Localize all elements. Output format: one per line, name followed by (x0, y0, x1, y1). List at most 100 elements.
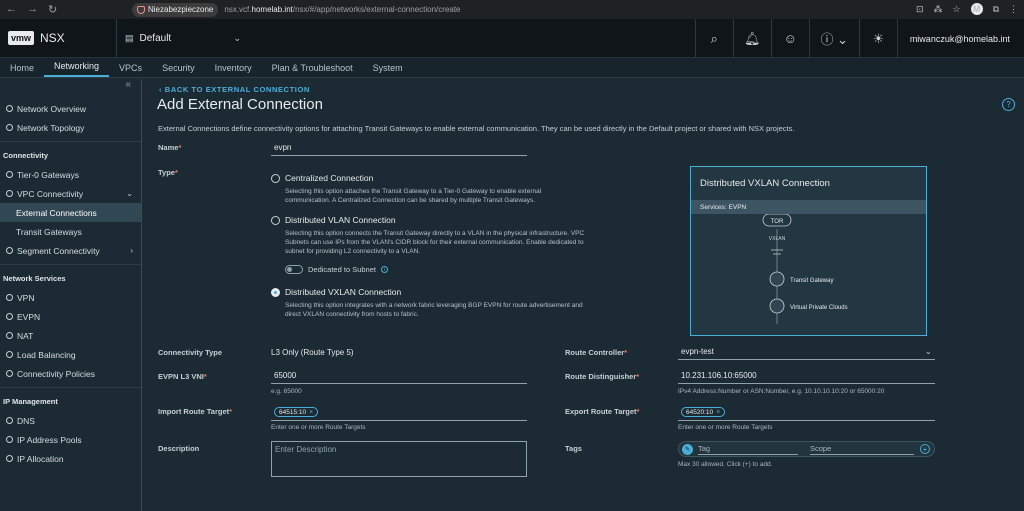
sidebar-item-transit-gateways[interactable]: Transit Gateways (0, 222, 141, 241)
sidebar-item-tier0-gateways[interactable]: Tier-0 Gateways (0, 165, 141, 184)
radio-button[interactable] (271, 173, 280, 183)
project-selector[interactable]: ▤ Default ⌄ (116, 19, 241, 58)
sidebar: « Network Overview Network Topology Conn… (0, 79, 142, 511)
bookmark-star-icon[interactable]: ☆ (952, 4, 960, 15)
main-tabs: Home Networking VPCs Security Inventory … (0, 58, 1024, 78)
required-marker: * (203, 372, 207, 381)
page-title: Add External Connection (157, 96, 323, 113)
add-tag-icon[interactable]: + (920, 444, 930, 454)
scope-input[interactable]: Scope (810, 444, 914, 455)
translate-icon[interactable]: ⁂ (933, 4, 942, 15)
remove-chip-icon[interactable]: × (309, 409, 313, 416)
vni-input[interactable]: 65000 (271, 371, 527, 384)
tag-input[interactable]: Tag (698, 444, 798, 455)
route-controller-label-text: Route Controller (565, 348, 625, 357)
sidebar-item-label: Tier-0 Gateways (17, 169, 80, 180)
route-controller-select[interactable]: evpn-test (678, 347, 935, 360)
sidebar-item-external-connections[interactable]: External Connections (0, 203, 141, 222)
sidebar-item-dns[interactable]: DNS (0, 411, 141, 430)
tab-system[interactable]: System (363, 57, 413, 77)
forward-arrow-icon[interactable]: → (27, 3, 38, 16)
radio-label: Distributed VLAN Connection (285, 215, 396, 225)
user-menu[interactable]: miwanczuk@homelab.int (896, 19, 1024, 58)
sidebar-item-label: VPN (17, 292, 35, 303)
transit-gateway-label: Transit Gateway (790, 278, 833, 284)
radio-button[interactable] (271, 215, 280, 225)
theme-toggle-icon[interactable]: ☀ (858, 19, 897, 58)
app-logo[interactable]: vmw NSX (0, 31, 65, 45)
info-icon[interactable]: i (380, 266, 388, 273)
back-arrow-icon[interactable]: ← (6, 3, 17, 16)
radio-centralized-connection[interactable]: Centralized Connection (271, 173, 373, 183)
divider (0, 387, 141, 388)
route-distinguisher-hint: IPv4 Address:Number or ASN:Number, e.g. … (678, 388, 885, 395)
sidebar-item-vpn[interactable]: VPN (0, 288, 141, 307)
tab-security[interactable]: Security (152, 57, 205, 77)
tab-vpcs[interactable]: VPCs (109, 57, 152, 77)
url-domain: homelab.int (251, 5, 293, 14)
radio-distributed-vlan[interactable]: Distributed VLAN Connection (271, 215, 396, 225)
help-icon[interactable]: ? (1002, 98, 1015, 111)
url-path: /nsx/#/app/networks/external-connection/… (292, 5, 461, 14)
url-text[interactable]: nsx.vcf.homelab.int/nsx/#/app/networks/e… (224, 5, 460, 14)
sidebar-item-evpn[interactable]: EVPN (0, 307, 141, 326)
distributed-vxlan-description: Selecting this option integrates with a … (285, 302, 583, 318)
required-marker: * (636, 407, 640, 416)
collapse-sidebar-icon[interactable]: « (0, 79, 141, 99)
reload-icon[interactable]: ↻ (48, 3, 57, 16)
tag-icon: ✎ (682, 443, 693, 455)
profile-avatar[interactable]: M (970, 3, 983, 15)
chevron-down-icon: ⌄ (233, 33, 241, 43)
tab-inventory[interactable]: Inventory (205, 57, 262, 77)
dedicated-to-subnet-toggle[interactable]: Dedicated to Subnet i (285, 265, 388, 274)
smiley-icon[interactable]: ☺ (770, 19, 809, 58)
radio-button-selected[interactable] (271, 287, 280, 297)
extensions-icon[interactable]: ⧉ (993, 4, 999, 15)
sidebar-item-network-overview[interactable]: Network Overview (0, 99, 141, 118)
sidebar-item-connectivity-policies[interactable]: Connectivity Policies (0, 364, 141, 383)
sidebar-item-nat[interactable]: NAT (0, 326, 141, 345)
app-header: vmw NSX ▤ Default ⌄ ⌕ 🔔︎ ☺ ⓘ ⌄ ☀ miwancz… (0, 19, 1024, 58)
back-link[interactable]: ‹ BACK TO EXTERNAL CONNECTION (159, 85, 310, 94)
export-route-target-label: Export Route Target* (565, 407, 639, 416)
radio-label: Centralized Connection (285, 173, 374, 183)
sidebar-item-segment-connectivity[interactable]: Segment Connectivity › (0, 241, 141, 260)
connectivity-type-label: Connectivity Type (158, 348, 223, 357)
name-input[interactable]: evpn (271, 143, 527, 156)
chevron-down-icon[interactable]: ⌄ (925, 347, 932, 356)
search-icon[interactable]: ⌕ (694, 19, 733, 58)
route-distinguisher-input[interactable]: 10.231.106.10:65000 (678, 371, 935, 384)
radio-distributed-vxlan[interactable]: Distributed VXLAN Connection (271, 287, 401, 297)
sidebar-item-load-balancing[interactable]: Load Balancing (0, 345, 141, 364)
tags-label: Tags (565, 444, 582, 453)
security-badge[interactable]: Niezabezpieczone (132, 2, 219, 17)
browser-nav: ← → ↻ (0, 3, 120, 16)
import-route-target-label: Import Route Target* (158, 407, 232, 416)
export-route-target-chip[interactable]: 64520:10 × (681, 407, 726, 417)
building-icon: ▤ (125, 33, 134, 43)
gateway-icon (6, 171, 13, 178)
toggle-switch[interactable] (285, 265, 303, 274)
remove-chip-icon[interactable]: × (716, 409, 720, 416)
tab-networking[interactable]: Networking (44, 57, 110, 77)
sidebar-item-label: Load Balancing (17, 349, 76, 360)
sidebar-item-ip-allocation[interactable]: IP Allocation (0, 449, 141, 468)
product-name: NSX (40, 31, 65, 45)
description-textarea[interactable]: Enter Description (271, 441, 527, 477)
sidebar-item-network-topology[interactable]: Network Topology (0, 118, 141, 137)
tab-home[interactable]: Home (0, 57, 44, 77)
tab-plan-troubleshoot[interactable]: Plan & Troubleshoot (262, 57, 363, 77)
help-menu-icon[interactable]: ⓘ ⌄ (808, 19, 859, 58)
sidebar-item-label: DNS (17, 415, 35, 426)
import-hint: Enter one or more Route Targets (271, 424, 366, 431)
sidebar-item-vpc-connectivity[interactable]: VPC Connectivity ⌄ (0, 184, 141, 203)
sidebar-item-label: VPC Connectivity (17, 188, 84, 199)
sidebar-item-ip-address-pools[interactable]: IP Address Pools (0, 430, 141, 449)
address-bar[interactable]: Niezabezpieczone nsx.vcf.homelab.int/nsx… (132, 2, 832, 17)
bell-icon[interactable]: 🔔︎ (732, 19, 771, 58)
install-app-icon[interactable]: ⊡ (916, 4, 924, 15)
shield-icon (137, 5, 145, 14)
sidebar-item-label: Connectivity Policies (17, 368, 95, 379)
import-route-target-chip[interactable]: 64515:10 × (274, 407, 319, 417)
menu-kebab-icon[interactable]: ⋮ (1009, 4, 1018, 15)
